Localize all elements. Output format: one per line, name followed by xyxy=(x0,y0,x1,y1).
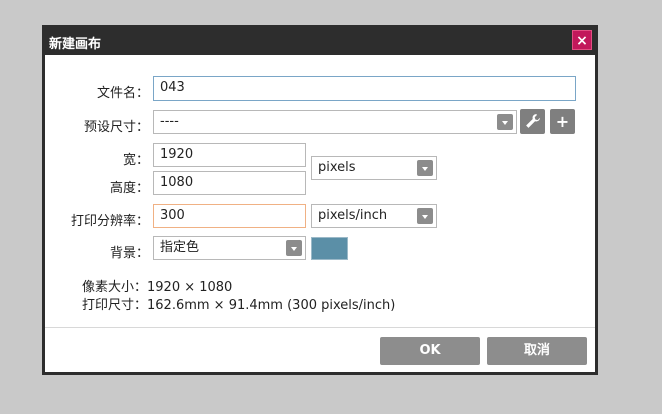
title-bar: 新建画布 × xyxy=(45,28,595,55)
background-value: 指定色 xyxy=(160,240,200,255)
background-color-swatch[interactable] xyxy=(311,237,348,260)
chevron-down-icon xyxy=(417,160,433,176)
cancel-button[interactable]: 取消 xyxy=(487,337,587,365)
footer-divider xyxy=(45,327,595,328)
height-label: 高度： xyxy=(109,181,149,196)
preset-size-label: 预设尺寸： xyxy=(83,120,149,135)
wrench-icon xyxy=(526,114,540,128)
filename-input[interactable]: 043 xyxy=(153,76,576,101)
resolution-input[interactable]: 300 xyxy=(153,204,306,228)
chevron-down-icon xyxy=(417,208,433,224)
resolution-unit-select[interactable]: pixels/inch xyxy=(311,204,437,228)
preset-size-select[interactable]: ---- xyxy=(153,110,517,134)
dialog-title: 新建画布 xyxy=(49,37,102,52)
unit-value: pixels xyxy=(318,160,356,175)
preset-size-value: ---- xyxy=(160,114,179,129)
new-canvas-dialog: 新建画布 × 文件名： 043 预设尺寸： ---- + 宽： 1920 高度：… xyxy=(42,25,598,375)
close-button[interactable]: × xyxy=(572,30,592,50)
filename-label: 文件名： xyxy=(96,86,149,101)
chevron-down-icon xyxy=(497,114,513,130)
background-label: 背景： xyxy=(109,246,149,261)
plus-icon: + xyxy=(555,112,570,131)
resolution-label: 打印分辨率： xyxy=(70,214,149,229)
height-input[interactable]: 1080 xyxy=(153,171,306,195)
ok-button[interactable]: OK xyxy=(380,337,480,365)
width-label: 宽： xyxy=(122,153,149,168)
print-size-info: 打印尺寸：162.6mm × 91.4mm (300 pixels/inch) xyxy=(82,298,396,313)
unit-select[interactable]: pixels xyxy=(311,156,437,180)
resolution-unit-value: pixels/inch xyxy=(318,208,388,223)
background-select[interactable]: 指定色 xyxy=(153,236,306,260)
chevron-down-icon xyxy=(286,240,302,256)
pixel-size-info: 像素大小：1920 × 1080 xyxy=(82,280,233,295)
preset-settings-button[interactable] xyxy=(520,109,545,134)
add-preset-button[interactable]: + xyxy=(550,109,575,134)
width-input[interactable]: 1920 xyxy=(153,143,306,167)
